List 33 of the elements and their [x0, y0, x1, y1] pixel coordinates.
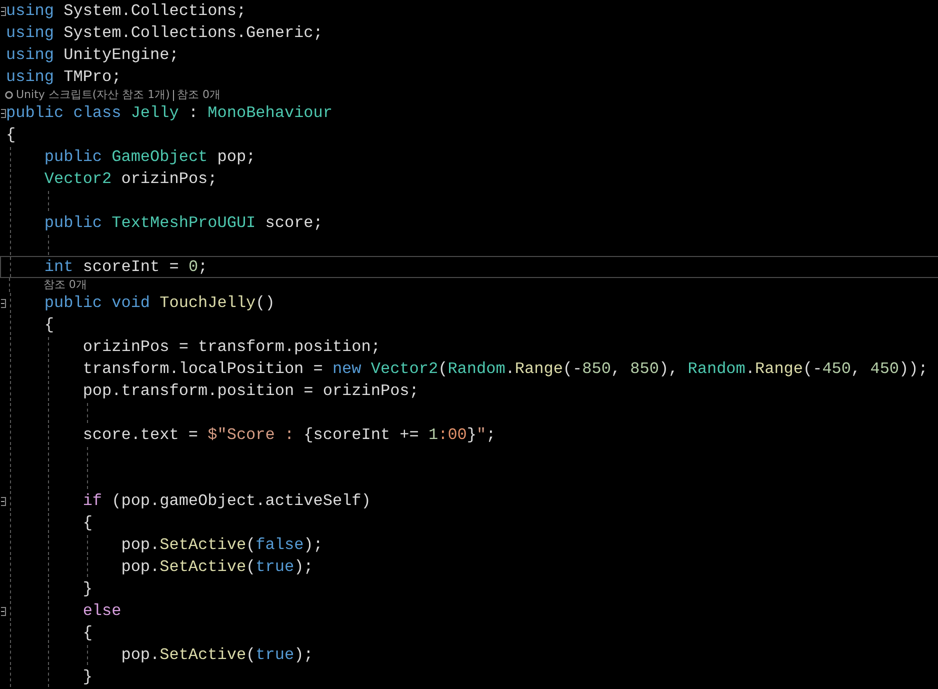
code-line: public GameObject pop;	[44, 147, 256, 167]
codelens-reference[interactable]: 참조 0개	[43, 279, 87, 291]
collapse-icon[interactable]	[1, 6, 6, 16]
collapse-icon[interactable]	[1, 606, 6, 616]
code-line: public void TouchJelly()	[44, 293, 275, 313]
code-line: pop.SetActive(true);	[121, 557, 314, 577]
code-line: {	[82, 513, 92, 533]
code-line: pop.transform.position = orizinPos;	[82, 381, 419, 401]
code-line: public class Jelly : MonoBehaviour	[6, 103, 332, 123]
collapse-icon[interactable]	[1, 496, 6, 506]
code-line: orizinPos = transform.position;	[82, 337, 380, 357]
codelens-reference[interactable]: Unity 스크립트(자산 참조 1개)	[16, 89, 170, 101]
code-line: int scoreInt = 0;	[44, 257, 208, 277]
collapse-icon[interactable]	[1, 298, 6, 308]
collapse-icon[interactable]	[1, 108, 6, 118]
code-line: if (pop.gameObject.activeSelf)	[82, 491, 371, 511]
code-line: using UnityEngine;	[6, 45, 179, 65]
code-line: {	[82, 623, 92, 643]
code-line: else	[82, 601, 122, 621]
code-line: pop.SetActive(true);	[121, 645, 314, 665]
codelens-reference[interactable]: 참조 0개	[176, 89, 220, 101]
code-line: }	[82, 667, 92, 687]
code-line: public TextMeshProUGUI score;	[44, 213, 323, 233]
code-line: pop.SetActive(false);	[121, 535, 323, 555]
code-line: {	[6, 125, 16, 145]
code-line: using System.Collections;	[6, 1, 246, 21]
code-line: using TMPro;	[6, 67, 122, 87]
code-line: score.text = $"Score : {scoreInt += 1:00}";	[82, 425, 496, 445]
code-line: using System.Collections.Generic;	[6, 23, 323, 43]
code-line: transform.localPosition = new Vector2(Random.Range(-850, 850), Random.Range(-450, 450));	[82, 359, 928, 379]
code-line: Vector2 orizinPos;	[44, 169, 218, 189]
code-line: }	[82, 579, 92, 599]
code-line: {	[44, 315, 54, 335]
